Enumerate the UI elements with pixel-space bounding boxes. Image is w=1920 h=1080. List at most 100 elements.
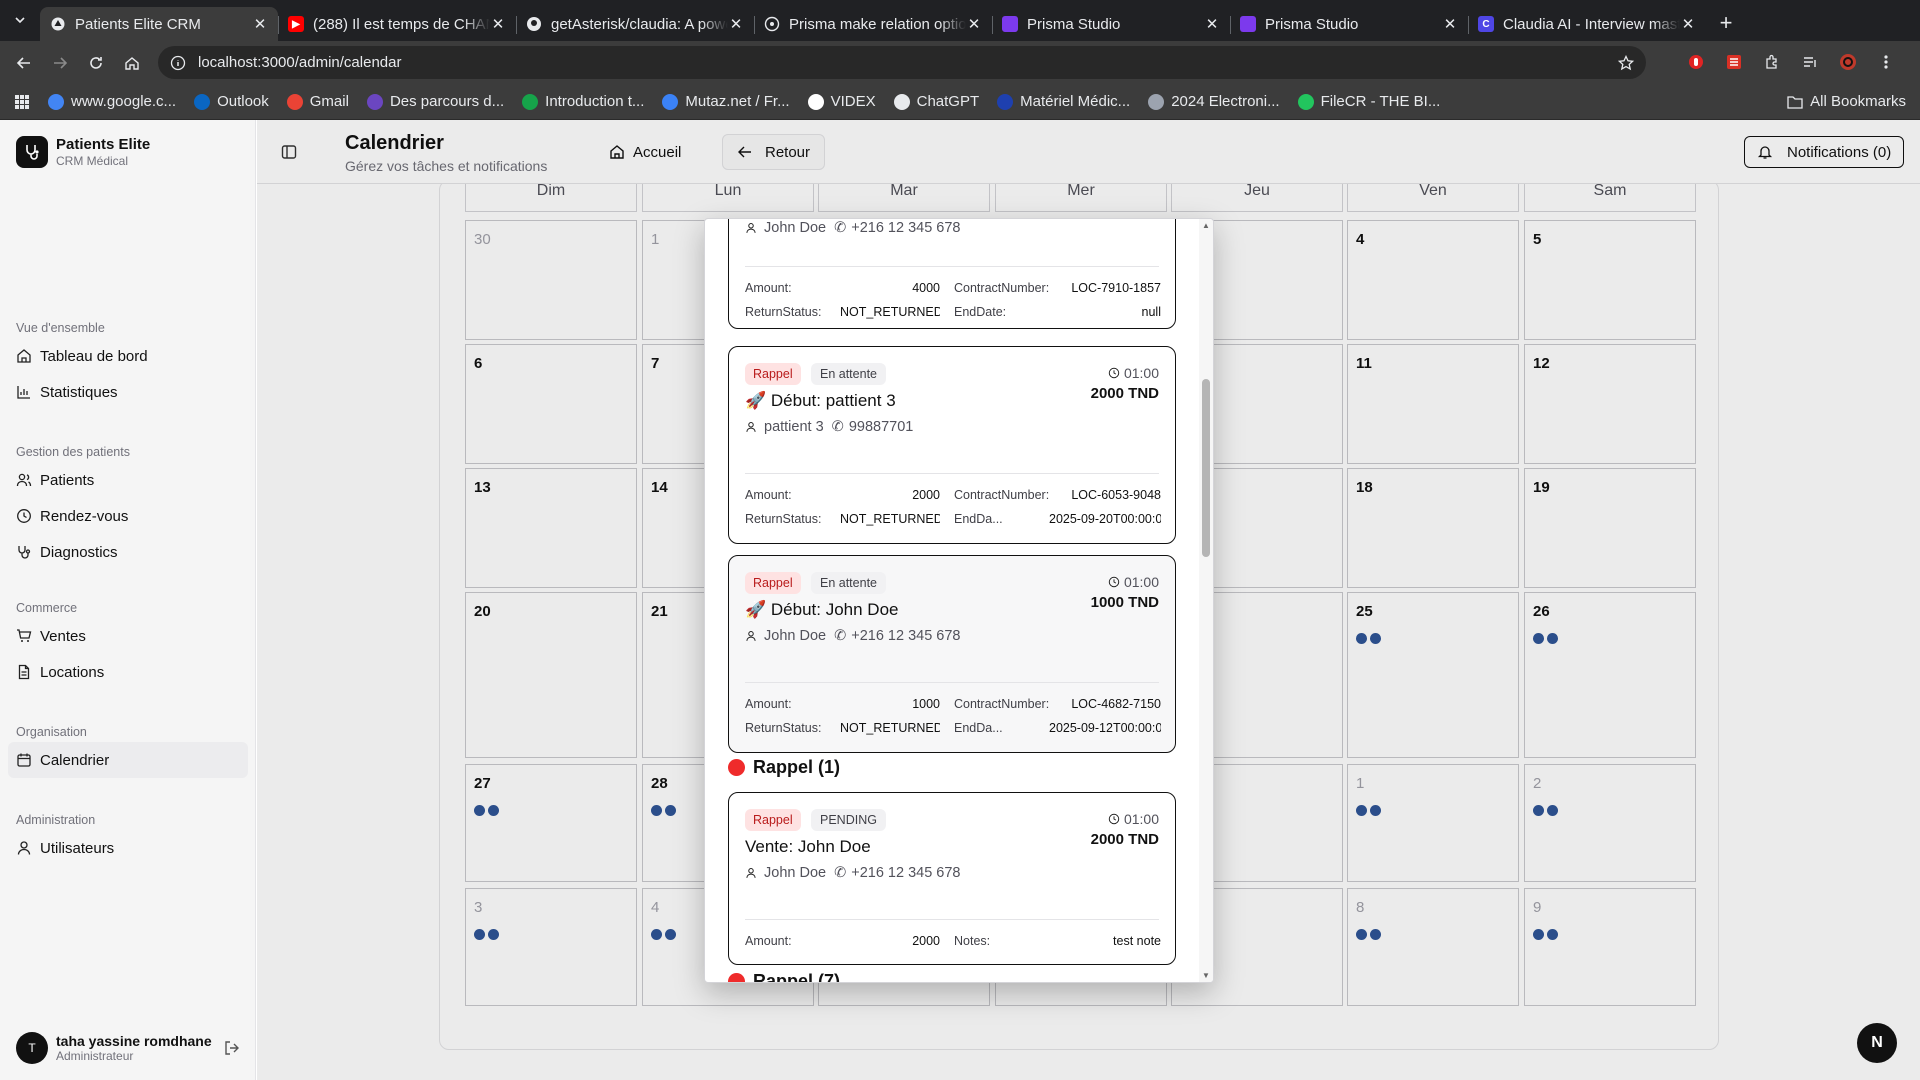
all-bookmarks-label[interactable]: All Bookmarks	[1810, 93, 1906, 110]
bookmark-label[interactable]: Des parcours d...	[390, 93, 504, 110]
bookmark-label[interactable]: FileCR - THE BI...	[1321, 93, 1441, 110]
field-label: EndDa...	[954, 512, 1003, 526]
field-label: Notes:	[954, 934, 991, 948]
browser-tab[interactable]: C Claudia AI - Interview mastery✕	[1468, 7, 1706, 41]
media-control-icon[interactable]	[1794, 46, 1826, 78]
brand[interactable]: Patients Elite CRM Médical	[16, 136, 150, 168]
browser-menu-icon[interactable]	[1870, 46, 1902, 78]
sidebar-item-utilisateurs[interactable]: Utilisateurs	[8, 830, 248, 866]
tab-title[interactable]: Patients Elite CRM	[75, 16, 252, 33]
field-value: 1000	[912, 697, 940, 711]
browser-tab[interactable]: ▶ (288) Il est temps de CHANGER✕	[278, 7, 516, 41]
nav-group: Commerce Ventes Locations	[8, 598, 248, 690]
back-arrow-icon[interactable]	[8, 47, 40, 79]
avatar[interactable]: T	[16, 1032, 48, 1064]
bookmark-label[interactable]: VIDEX	[831, 93, 876, 110]
address-bar[interactable]: localhost:3000/admin/calendar	[158, 46, 1646, 79]
browser-tab[interactable]: Prisma Studio ✕	[1230, 7, 1468, 41]
event-contact: pattient 3 ✆ 99887701	[745, 419, 913, 435]
bookmark-label[interactable]: Gmail	[310, 93, 349, 110]
field-value: LOC-6053-9048	[1071, 488, 1161, 502]
sidebar-item-locations[interactable]: Locations	[8, 654, 248, 690]
sidebar-item-statistiques[interactable]: Statistiques	[8, 374, 248, 410]
close-tab-icon[interactable]: ✕	[490, 15, 506, 33]
browser-tab[interactable]: Patients Elite CRM ✕	[40, 7, 278, 41]
close-tab-icon[interactable]: ✕	[252, 15, 268, 33]
bookmark-item[interactable]: Matériel Médic...	[997, 93, 1130, 110]
close-tab-icon[interactable]: ✕	[1204, 15, 1220, 33]
field-value: 2025-09-12T00:00:00.0...	[1049, 721, 1161, 735]
dialog-scrollbar[interactable]: ▲ ▼	[1199, 219, 1213, 982]
sidebar-item-calendrier[interactable]: Calendrier	[8, 742, 248, 778]
logout-icon[interactable]	[224, 1040, 240, 1056]
extensions-puzzle-icon[interactable]	[1756, 46, 1788, 78]
field-value: NOT_RETURNED	[840, 721, 940, 735]
close-tab-icon[interactable]: ✕	[728, 15, 744, 33]
main-content: Dim Lun Mar Mer Jeu Ven Sam 30 1 4 5 6 7 11 12 13 14 18 19…	[257, 120, 1920, 1080]
bookmark-label[interactable]: www.google.c...	[71, 93, 176, 110]
tab-search-chevron-icon[interactable]	[6, 6, 34, 34]
bookmark-label[interactable]: 2024 Electroni...	[1171, 93, 1279, 110]
bookmark-star-icon[interactable]	[1618, 54, 1634, 71]
bookmark-item[interactable]: FileCR - THE BI...	[1297, 93, 1441, 110]
scroll-up-arrow-icon[interactable]: ▲	[1202, 221, 1210, 230]
tab-title[interactable]: Prisma Studio	[1027, 16, 1204, 33]
bookmark-item[interactable]: Gmail	[286, 93, 349, 110]
browser-tab[interactable]: Prisma make relation optional✕	[754, 7, 992, 41]
bookmark-item[interactable]: Mutaz.net / Fr...	[662, 93, 790, 110]
site-info-icon[interactable]	[170, 55, 186, 71]
event-card[interactable]: Rappel En attente 01:00 1000 TND 🚀 Début: Jo…	[728, 555, 1176, 753]
sidebar-item-label: Tableau de bord	[40, 347, 148, 365]
sidebar-item-patients[interactable]: Patients	[8, 462, 248, 498]
url-text[interactable]: localhost:3000/admin/calendar	[198, 54, 401, 71]
bookmark-item[interactable]: www.google.c...	[48, 93, 176, 110]
tab-title[interactable]: getAsterisk/claudia: A powerful	[551, 16, 728, 33]
event-amount: 2000 TND	[1090, 831, 1159, 848]
apps-grid-icon[interactable]	[14, 94, 30, 110]
bookmark-item[interactable]: VIDEX	[807, 93, 876, 110]
bookmark-item[interactable]: 2024 Electroni...	[1148, 93, 1280, 110]
bookmark-item[interactable]: ChatGPT	[893, 93, 980, 110]
user-profile[interactable]: T taha yassine romdhane Administrateur	[16, 1032, 240, 1064]
tab-title[interactable]: (288) Il est temps de CHANGER	[313, 16, 490, 33]
tab-title[interactable]: Prisma make relation optional	[789, 16, 966, 33]
extension-grid-icon[interactable]	[1718, 46, 1750, 78]
sidebar-item-tableau-de-bord[interactable]: Tableau de bord	[8, 338, 248, 374]
bookmark-label[interactable]: Introduction t...	[545, 93, 644, 110]
forward-arrow-icon[interactable]	[44, 47, 76, 79]
sidebar-item-rendez-vous[interactable]: Rendez-vous	[8, 498, 248, 534]
scroll-thumb[interactable]	[1202, 379, 1210, 557]
event-card[interactable]: Rappel En attente 01:00 2000 TND 🚀 Début: pa…	[728, 346, 1176, 544]
tab-title[interactable]: Prisma Studio	[1265, 16, 1442, 33]
new-tab-button[interactable]: +	[1712, 9, 1740, 37]
bookmark-label[interactable]: Matériel Médic...	[1020, 93, 1130, 110]
event-card[interactable]: Rappel PENDING 01:00 2000 TND Vente: John Do…	[728, 792, 1176, 965]
card-divider	[745, 266, 1159, 267]
bookmark-item[interactable]: Introduction t...	[522, 93, 644, 110]
bookmark-label[interactable]: Outlook	[217, 93, 269, 110]
all-bookmarks[interactable]: All Bookmarks	[1787, 93, 1906, 110]
close-tab-icon[interactable]: ✕	[1442, 15, 1458, 33]
browser-tab[interactable]: Prisma Studio ✕	[992, 7, 1230, 41]
field-value: NOT_RETURNED	[840, 305, 940, 319]
browser-tab[interactable]: getAsterisk/claudia: A powerful✕	[516, 7, 754, 41]
close-tab-icon[interactable]: ✕	[1680, 15, 1696, 33]
event-title: 🚀 Début: John Doe	[745, 600, 899, 619]
reload-icon[interactable]	[80, 47, 112, 79]
event-card[interactable]: John Doe ✆ +216 12 345 678 Amount: 4000 Contr…	[728, 219, 1176, 329]
close-tab-icon[interactable]: ✕	[966, 15, 982, 33]
sidebar-item-diagnostics[interactable]: Diagnostics	[8, 534, 248, 570]
tab-title[interactable]: Claudia AI - Interview mastery	[1503, 16, 1680, 33]
phone-icon: ✆	[834, 220, 847, 236]
home-icon[interactable]	[116, 47, 148, 79]
event-amount: 1000 TND	[1090, 594, 1159, 611]
extension-red-icon[interactable]	[1680, 46, 1712, 78]
bookmark-label[interactable]: Mutaz.net / Fr...	[685, 93, 789, 110]
bookmark-label[interactable]: ChatGPT	[917, 93, 980, 110]
profile-avatar-icon[interactable]	[1832, 46, 1864, 78]
scroll-down-arrow-icon[interactable]: ▼	[1202, 971, 1210, 980]
sidebar-item-ventes[interactable]: Ventes	[8, 618, 248, 654]
bookmark-item[interactable]: Outlook	[194, 93, 269, 110]
next-dev-indicator-button[interactable]: N	[1857, 1023, 1897, 1063]
bookmark-item[interactable]: Des parcours d...	[366, 93, 504, 110]
